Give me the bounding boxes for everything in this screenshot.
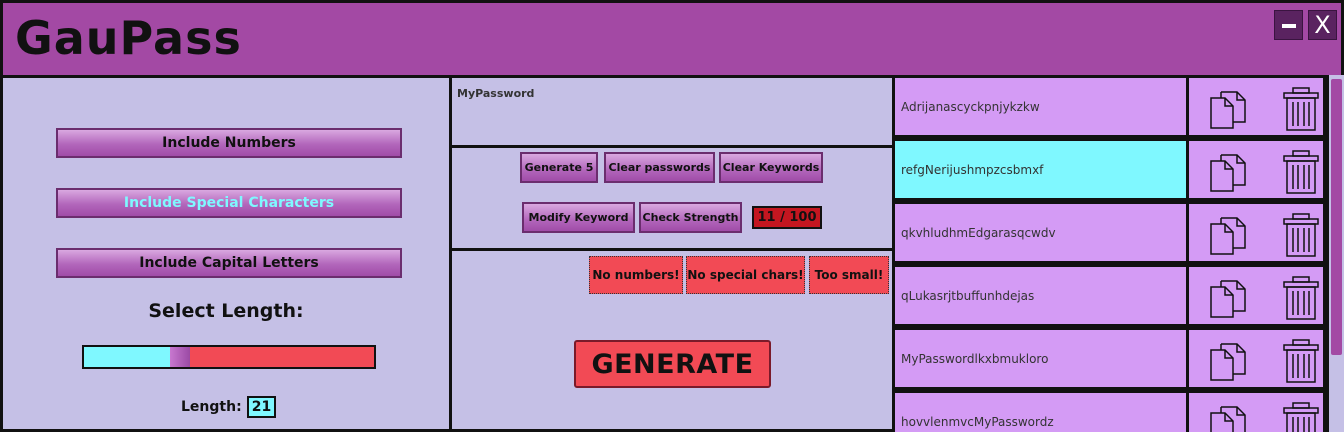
scrollbar[interactable] <box>1326 75 1344 432</box>
row-actions <box>1186 390 1326 432</box>
include-numbers-toggle[interactable]: Include Numbers <box>56 128 402 158</box>
password-text[interactable]: Adrijanascyckpnjykzkw <box>892 75 1189 138</box>
trash-icon[interactable] <box>1283 276 1319 320</box>
trash-icon[interactable] <box>1283 87 1319 131</box>
list-item[interactable]: MyPasswordlkxbmukloro <box>892 327 1326 390</box>
list-item[interactable]: Adrijanascyckpnjykzkw <box>892 75 1326 138</box>
warning-badge: No special chars! <box>686 256 805 294</box>
title-bar: GauPass X <box>0 0 1344 78</box>
warning-badge: No numbers! <box>589 256 683 294</box>
list-item[interactable]: qLukasrjtbuffunhdejas <box>892 264 1326 327</box>
row-actions <box>1186 201 1326 264</box>
row-actions <box>1186 138 1326 201</box>
select-length-label: Select Length: <box>148 300 304 322</box>
generate-panel: No numbers! No special chars! Too small!… <box>449 248 895 432</box>
trash-icon[interactable] <box>1283 402 1319 432</box>
copy-icon[interactable] <box>1209 90 1249 130</box>
list-item[interactable]: hovvlenmvcMyPasswordz <box>892 390 1326 432</box>
password-text[interactable]: qLukasrjtbuffunhdejas <box>892 264 1189 327</box>
app-title: GauPass <box>15 11 242 65</box>
copy-icon[interactable] <box>1209 279 1249 319</box>
include-capitals-toggle[interactable]: Include Capital Letters <box>56 248 402 278</box>
copy-icon[interactable] <box>1209 405 1249 432</box>
length-slider-thumb[interactable] <box>170 347 190 367</box>
length-slider[interactable] <box>82 345 376 369</box>
clear-passwords-button[interactable]: Clear passwords <box>604 152 715 183</box>
copy-icon[interactable] <box>1209 153 1249 193</box>
row-actions <box>1186 327 1326 390</box>
length-slider-fill <box>84 347 170 367</box>
length-value: 21 <box>247 396 276 418</box>
row-actions <box>1186 264 1326 327</box>
length-label: Length: <box>181 399 242 415</box>
password-text[interactable]: refgNerijushmpzcsbmxf <box>892 138 1189 201</box>
warning-badge: Too small! <box>809 256 889 294</box>
minimize-icon <box>1281 24 1296 28</box>
list-item[interactable]: qkvhludhmEdgarasqcwdv <box>892 201 1326 264</box>
minimize-button[interactable] <box>1274 10 1303 40</box>
options-panel: Include Numbers Include Special Characte… <box>0 75 452 432</box>
trash-icon[interactable] <box>1283 213 1319 257</box>
trash-icon[interactable] <box>1283 150 1319 194</box>
close-button[interactable]: X <box>1308 10 1337 40</box>
include-special-toggle[interactable]: Include Special Characters <box>56 188 402 218</box>
password-text[interactable]: hovvlenmvcMyPasswordz <box>892 390 1189 432</box>
password-list: Adrijanascyckpnjykzkw refgNerijushmpzcsbm… <box>892 75 1344 432</box>
password-text[interactable]: MyPasswordlkxbmukloro <box>892 327 1189 390</box>
generate-5-button[interactable]: Generate 5 <box>520 152 598 183</box>
copy-icon[interactable] <box>1209 216 1249 256</box>
copy-icon[interactable] <box>1209 342 1249 382</box>
row-actions <box>1186 75 1326 138</box>
scrollbar-thumb[interactable] <box>1331 79 1342 355</box>
password-field[interactable]: MyPassword <box>457 87 534 100</box>
check-strength-button[interactable]: Check Strength <box>639 202 742 233</box>
strength-score: 11 / 100 <box>752 206 822 229</box>
controls-panel: Generate 5 Clear passwords Clear Keyword… <box>449 145 895 251</box>
trash-icon[interactable] <box>1283 339 1319 383</box>
password-field-panel[interactable]: MyPassword <box>449 75 895 148</box>
generate-button[interactable]: GENERATE <box>574 340 771 388</box>
list-item[interactable]: refgNerijushmpzcsbmxf <box>892 138 1326 201</box>
clear-keywords-button[interactable]: Clear Keywords <box>719 152 823 183</box>
password-text[interactable]: qkvhludhmEdgarasqcwdv <box>892 201 1189 264</box>
modify-keyword-button[interactable]: Modify Keyword <box>522 202 635 233</box>
